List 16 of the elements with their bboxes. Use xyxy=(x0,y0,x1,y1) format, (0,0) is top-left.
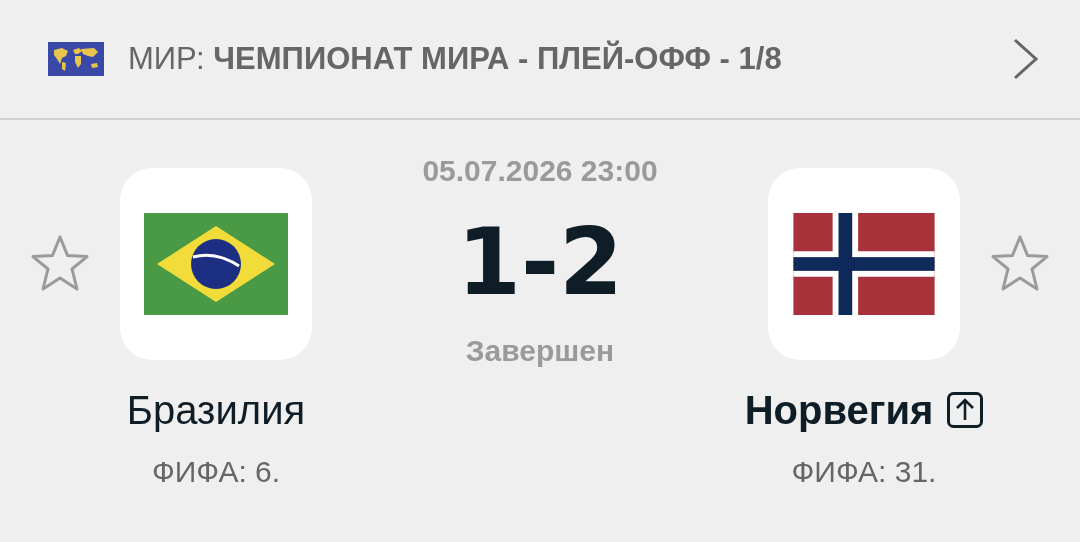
team-name: Норвегия xyxy=(744,387,934,434)
match-date: 05.07.2026 23:00 xyxy=(422,153,658,189)
fifa-rank: ФИФА: 31. xyxy=(791,454,937,490)
flag-icon xyxy=(144,213,288,315)
star-icon[interactable] xyxy=(30,233,90,293)
match-score: 1-2 xyxy=(456,213,624,313)
team-logo-card[interactable] xyxy=(768,168,960,360)
star-icon[interactable] xyxy=(990,233,1050,293)
world-map-icon xyxy=(48,42,104,76)
team-name: Бразилия xyxy=(126,387,306,434)
match-status: Завершен xyxy=(465,333,615,369)
fifa-rank: ФИФА: 6. xyxy=(151,454,281,490)
tournament-title: МИР: ЧЕМПИОНАТ МИРА - ПЛЕЙ-ОФФ - 1/8 xyxy=(128,41,783,77)
team-logo-card[interactable] xyxy=(120,168,312,360)
chevron-right-icon[interactable] xyxy=(1012,37,1040,81)
flag-icon xyxy=(792,213,936,315)
